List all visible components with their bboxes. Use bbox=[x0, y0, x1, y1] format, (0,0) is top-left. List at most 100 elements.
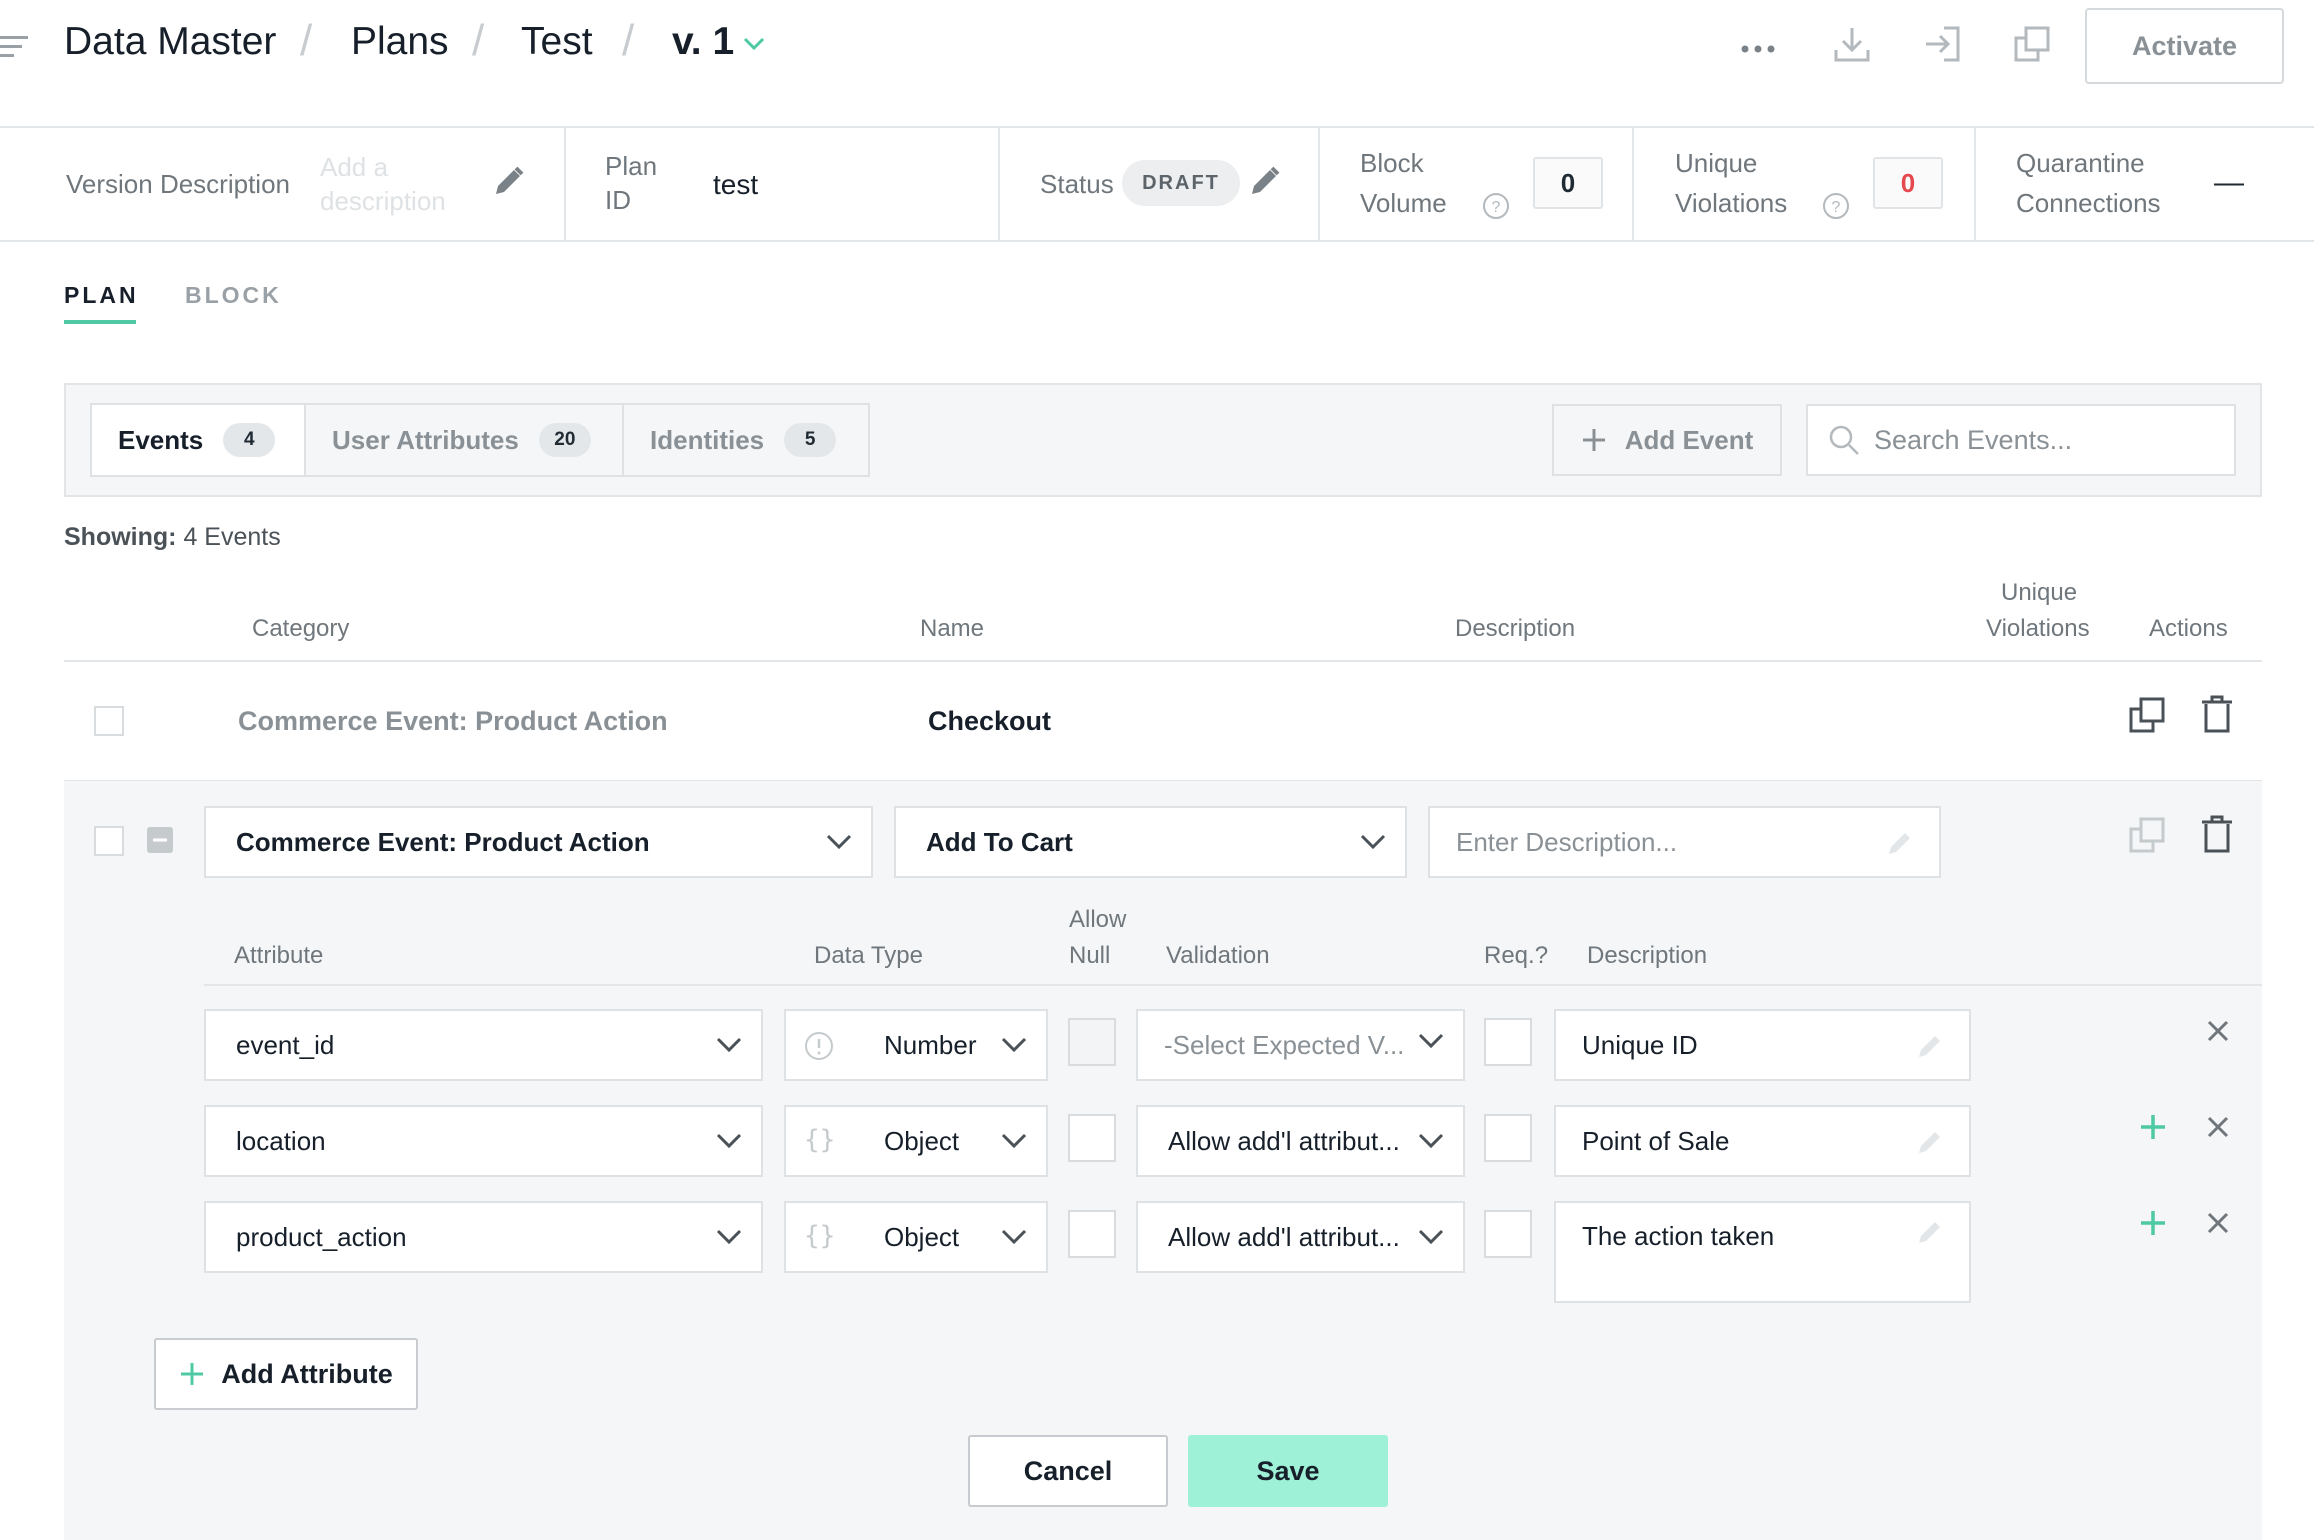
remove-attribute-icon[interactable] bbox=[2206, 1019, 2230, 1043]
svg-text:?: ? bbox=[1492, 199, 1501, 216]
subtab-events-label: Events bbox=[118, 424, 204, 455]
braces-icon: {} bbox=[804, 1125, 836, 1155]
attribute-select[interactable]: product_action bbox=[204, 1201, 763, 1273]
trash-icon[interactable] bbox=[2200, 694, 2234, 734]
plus-icon bbox=[181, 1363, 204, 1385]
version-selector[interactable]: v. 1 bbox=[672, 20, 734, 64]
add-nested-attribute-icon[interactable] bbox=[2139, 1113, 2167, 1141]
validation-value: Allow add'l attribut... bbox=[1168, 1125, 1400, 1156]
activate-button[interactable]: Activate bbox=[2085, 8, 2284, 84]
add-event-button[interactable]: Add Event bbox=[1552, 404, 1782, 476]
tab-plan[interactable]: PLAN bbox=[64, 282, 139, 309]
import-icon[interactable] bbox=[1922, 24, 1962, 64]
divider bbox=[564, 128, 566, 242]
validation-select[interactable]: -Select Expected V... bbox=[1136, 1009, 1465, 1081]
pencil-icon bbox=[1919, 1132, 1940, 1153]
showing-value: 4 Events bbox=[183, 523, 281, 551]
more-icon[interactable] bbox=[1740, 44, 1776, 54]
chevron-down-icon bbox=[1418, 1033, 1444, 1049]
row-checkbox[interactable] bbox=[94, 826, 124, 856]
data-type-select[interactable]: Number bbox=[784, 1009, 1048, 1081]
remove-attribute-icon[interactable] bbox=[2206, 1115, 2230, 1139]
required-checkbox[interactable] bbox=[1484, 1114, 1532, 1162]
trash-icon[interactable] bbox=[2200, 814, 2234, 854]
chevron-down-icon bbox=[716, 1229, 742, 1245]
event-name-select[interactable]: Add To Cart bbox=[894, 806, 1407, 878]
column-unique-violations: Unique bbox=[2001, 579, 2078, 606]
allow-null-checkbox[interactable] bbox=[1068, 1210, 1116, 1258]
data-type-select[interactable]: {} Object bbox=[784, 1201, 1048, 1273]
search-icon bbox=[1829, 425, 1859, 455]
duplicate-icon[interactable] bbox=[2128, 696, 2166, 734]
subtab-events[interactable]: Events 4 bbox=[90, 403, 306, 477]
event-description-input[interactable]: Enter Description... bbox=[1428, 806, 1941, 878]
add-attribute-label: Add Attribute bbox=[221, 1358, 393, 1389]
breadcrumb-test[interactable]: Test bbox=[521, 20, 593, 64]
required-checkbox[interactable] bbox=[1484, 1210, 1532, 1258]
version-description-placeholder[interactable]: description bbox=[320, 181, 446, 221]
cancel-button[interactable]: Cancel bbox=[968, 1435, 1168, 1507]
edit-status-icon[interactable] bbox=[1246, 164, 1282, 200]
attribute-description-value: The action taken bbox=[1582, 1221, 1775, 1251]
menu-icon[interactable] bbox=[0, 34, 28, 60]
column-data-type: Data Type bbox=[814, 942, 923, 969]
allow-null-checkbox[interactable] bbox=[1068, 1114, 1116, 1162]
duplicate-icon[interactable] bbox=[2012, 24, 2052, 64]
add-event-label: Add Event bbox=[1624, 424, 1754, 455]
allow-null-checkbox[interactable] bbox=[1068, 1018, 1116, 1066]
divider bbox=[998, 128, 1000, 242]
quarantine-label: Quarantine bbox=[2016, 148, 2145, 178]
validation-select[interactable]: Allow add'l attribut... bbox=[1136, 1105, 1465, 1177]
help-icon[interactable]: ? bbox=[1482, 192, 1510, 220]
subtab-identities-label: Identities bbox=[650, 424, 765, 455]
unique-violations-count: 0 bbox=[1873, 157, 1943, 209]
category-select[interactable]: Commerce Event: Product Action bbox=[204, 806, 873, 878]
duplicate-icon[interactable] bbox=[2128, 816, 2166, 854]
search-input[interactable]: Search Events... bbox=[1806, 404, 2236, 476]
braces-icon: {} bbox=[804, 1221, 836, 1251]
subtab-identities[interactable]: Identities 5 bbox=[622, 403, 870, 477]
attribute-description-input[interactable]: Point of Sale bbox=[1554, 1105, 1971, 1177]
attribute-select-value: product_action bbox=[236, 1221, 407, 1252]
tab-block[interactable]: BLOCK bbox=[185, 282, 282, 309]
validation-value: -Select Expected V... bbox=[1164, 1029, 1405, 1060]
attribute-description-input[interactable]: Unique ID bbox=[1554, 1009, 1971, 1081]
unique-violations-label: Violations bbox=[1675, 188, 1788, 218]
required-checkbox[interactable] bbox=[1484, 1018, 1532, 1066]
column-name: Name bbox=[920, 615, 985, 642]
attribute-select[interactable]: location bbox=[204, 1105, 763, 1177]
data-type-select[interactable]: {} Object bbox=[784, 1105, 1048, 1177]
quarantine-label: Connections bbox=[2016, 188, 2161, 218]
help-icon[interactable]: ? bbox=[1822, 192, 1850, 220]
collapse-icon[interactable] bbox=[146, 826, 174, 854]
edit-description-icon[interactable] bbox=[490, 164, 526, 200]
block-volume-label: Volume bbox=[1360, 188, 1447, 218]
event-description-placeholder: Enter Description... bbox=[1456, 826, 1678, 857]
attribute-select-value: location bbox=[236, 1125, 326, 1156]
category-select-value: Commerce Event: Product Action bbox=[236, 826, 650, 857]
divider bbox=[1632, 128, 1634, 242]
row-checkbox[interactable] bbox=[94, 706, 124, 736]
add-attribute-button[interactable]: Add Attribute bbox=[154, 1338, 418, 1410]
attribute-description-value: Point of Sale bbox=[1582, 1125, 1730, 1156]
remove-attribute-icon[interactable] bbox=[2206, 1211, 2230, 1235]
save-button[interactable]: Save bbox=[1188, 1435, 1388, 1507]
chevron-down-icon[interactable] bbox=[742, 36, 766, 52]
chevron-down-icon bbox=[1418, 1133, 1444, 1149]
data-type-value: Object bbox=[884, 1125, 960, 1156]
add-nested-attribute-icon[interactable] bbox=[2139, 1209, 2167, 1237]
row-name[interactable]: Checkout bbox=[928, 706, 1051, 737]
tab-plan-underline bbox=[64, 320, 136, 324]
event-name-select-value: Add To Cart bbox=[926, 826, 1073, 857]
breadcrumb-data-master[interactable]: Data Master bbox=[64, 20, 276, 64]
attribute-description-input[interactable]: The action taken bbox=[1554, 1201, 1971, 1303]
breadcrumb-plans[interactable]: Plans bbox=[351, 20, 449, 64]
validation-select[interactable]: Allow add'l attribut... bbox=[1136, 1201, 1465, 1273]
column-actions: Actions bbox=[2149, 615, 2228, 642]
attribute-select[interactable]: event_id bbox=[204, 1009, 763, 1081]
subtab-user-attributes[interactable]: User Attributes 20 bbox=[304, 403, 624, 477]
subtab-events-count: 4 bbox=[223, 423, 276, 457]
column-allow-null: Null bbox=[1069, 942, 1111, 969]
breadcrumb-separator: / bbox=[300, 16, 313, 65]
download-icon[interactable] bbox=[1832, 24, 1872, 64]
